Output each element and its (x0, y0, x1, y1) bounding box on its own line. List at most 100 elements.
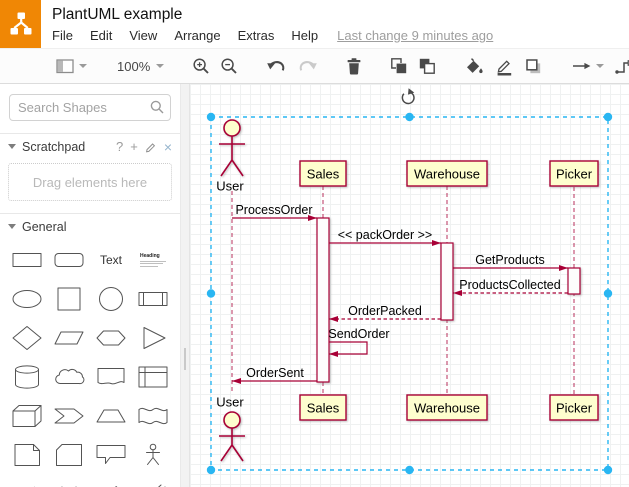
shape-rectangle[interactable] (6, 245, 48, 275)
to-back-button[interactable] (413, 52, 441, 80)
selection-handle-nw[interactable] (206, 112, 216, 122)
delete-button[interactable] (341, 52, 367, 80)
participant-label: Sales (307, 401, 340, 416)
drawio-logo-icon (0, 0, 41, 48)
undo-button[interactable] (261, 52, 292, 80)
shape-note[interactable] (6, 440, 48, 470)
shadow-icon (526, 58, 541, 73)
zoom-out-icon (221, 58, 237, 74)
shape-cloud[interactable] (48, 362, 90, 392)
scratchpad-add-icon[interactable]: + (130, 139, 138, 154)
shape-tape[interactable] (132, 401, 174, 431)
waypoints-style-button[interactable] (609, 52, 629, 80)
diagram-canvas[interactable]: ProcessOrder << packOrder >> GetProducts… (190, 84, 629, 487)
menu-file[interactable]: File (52, 28, 73, 43)
redo-button[interactable] (292, 52, 323, 80)
scratchpad-close-icon[interactable]: × (164, 139, 172, 155)
undo-icon (267, 61, 285, 71)
document-title[interactable]: PlantUML example (52, 6, 182, 24)
activation-bar-sales[interactable] (316, 217, 330, 383)
shape-trapezoid[interactable] (90, 401, 132, 431)
shape-text[interactable]: Text (90, 245, 132, 275)
shape-callout[interactable] (90, 440, 132, 470)
trash-icon (347, 58, 361, 75)
activation-bar-picker[interactable] (567, 267, 581, 295)
menu-edit[interactable]: Edit (90, 28, 112, 43)
selection-handle-se[interactable] (603, 465, 613, 475)
selection-handle-ne[interactable] (603, 112, 613, 122)
shape-curve[interactable] (6, 479, 48, 487)
actor-user-top[interactable] (219, 119, 245, 177)
shape-hexagon[interactable] (90, 323, 132, 353)
scratchpad-edit-pencil-icon[interactable] (145, 141, 157, 153)
participant-label: Picker (556, 401, 593, 416)
shape-internal-storage[interactable] (132, 362, 174, 392)
selection-handle-s[interactable] (405, 465, 414, 475)
shape-process[interactable] (132, 284, 174, 314)
waypoints-icon (615, 59, 629, 74)
fill-color-button[interactable] (459, 52, 489, 80)
selection-handle-n[interactable] (405, 112, 414, 122)
selection-handle-w[interactable] (206, 289, 216, 298)
shape-link[interactable] (132, 479, 174, 487)
zoom-in-button[interactable] (187, 52, 215, 80)
shape-step[interactable] (48, 401, 90, 431)
shape-document[interactable] (90, 362, 132, 392)
participant-label: Warehouse (414, 401, 480, 416)
zoom-level-dropdown[interactable]: 100% (110, 52, 169, 80)
line-color-button[interactable] (489, 52, 519, 80)
scratchpad-header[interactable]: Scratchpad ? + × (0, 133, 180, 159)
selection-handle-sw[interactable] (206, 465, 216, 475)
shape-ellipse[interactable] (6, 284, 48, 314)
scratchpad-help-icon[interactable]: ? (116, 139, 123, 154)
actor-label-top: User (216, 179, 244, 194)
shadow-button[interactable] (519, 52, 548, 80)
shape-textbox[interactable]: Heading (132, 245, 174, 275)
search-icon (150, 100, 164, 114)
fill-color-icon (467, 58, 483, 74)
menu-help[interactable]: Help (291, 28, 318, 43)
shape-square[interactable] (48, 284, 90, 314)
shape-circle[interactable] (90, 284, 132, 314)
to-front-icon (391, 58, 407, 74)
shape-cube[interactable] (6, 401, 48, 431)
shape-triangle[interactable] (132, 323, 174, 353)
redo-icon (299, 61, 318, 71)
last-change-link[interactable]: Last change 9 minutes ago (337, 28, 493, 43)
connection-style-button[interactable] (566, 52, 609, 80)
shape-rounded-rectangle[interactable] (48, 245, 90, 275)
shape-card[interactable] (48, 440, 90, 470)
zoom-in-icon (193, 58, 209, 74)
scratchpad-hint: Drag elements here (32, 174, 148, 190)
message-label: ProcessOrder (235, 203, 312, 217)
message-label: << packOrder >> (338, 228, 433, 242)
zoom-out-button[interactable] (215, 52, 243, 80)
shape-palette: Text Heading (0, 239, 180, 487)
zoom-level-value: 100% (117, 58, 151, 74)
actor-user-bottom[interactable] (219, 411, 245, 462)
shape-actor[interactable] (132, 440, 174, 470)
rotate-handle-icon[interactable] (401, 88, 415, 105)
general-section-header[interactable]: General (0, 213, 180, 239)
search-input[interactable] (9, 94, 171, 121)
connection-arrow-icon (573, 62, 591, 70)
message-label: GetProducts (475, 253, 544, 267)
shape-cylinder[interactable] (6, 362, 48, 392)
scratchpad-dropzone[interactable]: Drag elements here (8, 163, 172, 201)
shape-diamond[interactable] (6, 323, 48, 353)
menu-extras[interactable]: Extras (238, 28, 275, 43)
shape-parallelogram[interactable] (48, 323, 90, 353)
to-front-button[interactable] (385, 52, 413, 80)
view-panels-button[interactable] (50, 52, 92, 80)
menu-arrange[interactable]: Arrange (174, 28, 220, 43)
collapse-triangle-icon (8, 224, 16, 229)
selection-handle-e[interactable] (603, 289, 613, 298)
message-label: OrderSent (246, 366, 304, 380)
shape-arrow[interactable] (90, 479, 132, 487)
activation-bar-warehouse[interactable] (440, 242, 454, 321)
menu-view[interactable]: View (129, 28, 157, 43)
sidebar-splitter[interactable] (180, 84, 190, 487)
message-label: SendOrder (328, 327, 389, 341)
shape-bidirectional-arrow[interactable] (48, 479, 90, 487)
message-send-order[interactable] (329, 341, 368, 357)
